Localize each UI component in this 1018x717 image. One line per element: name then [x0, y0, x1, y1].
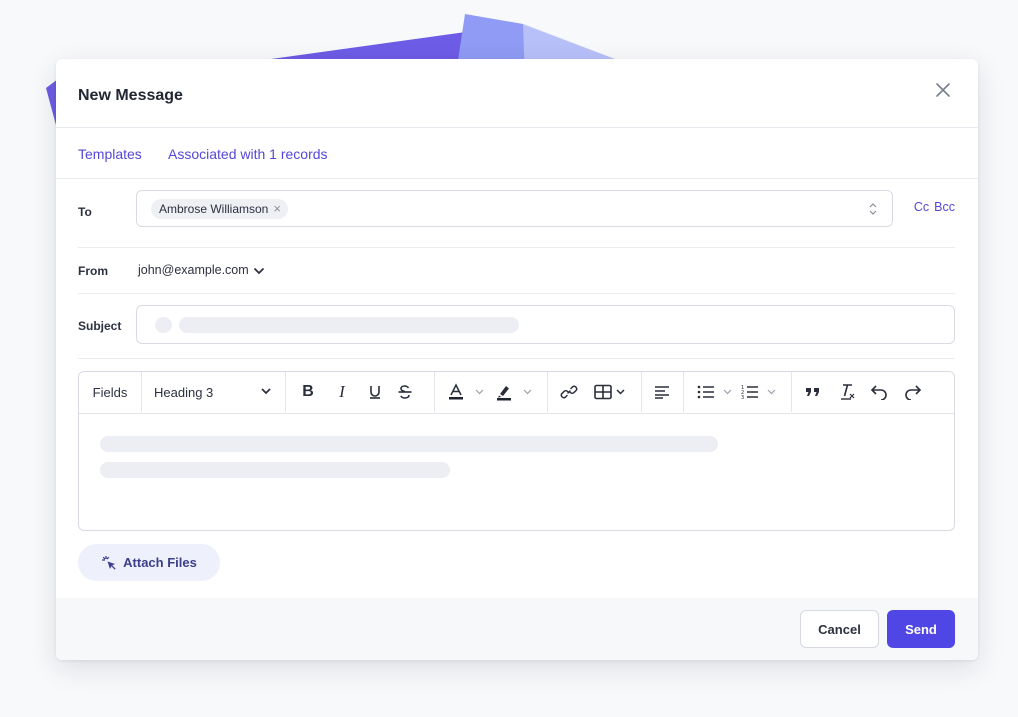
updown-icon[interactable]: [868, 202, 878, 216]
heading-select[interactable]: Heading 3: [142, 372, 285, 412]
redo-icon[interactable]: [901, 372, 925, 412]
bold-icon[interactable]: B: [295, 372, 321, 412]
remove-chip-icon[interactable]: ×: [273, 199, 281, 219]
fields-button[interactable]: Fields: [79, 372, 141, 412]
align-left-icon[interactable]: [650, 372, 674, 412]
bullet-list-icon[interactable]: [695, 372, 717, 412]
close-icon[interactable]: [932, 79, 954, 101]
attach-files-label: Attach Files: [123, 555, 197, 570]
body-skeleton-line: [100, 462, 450, 478]
italic-icon[interactable]: I: [329, 372, 355, 412]
from-select[interactable]: john@example.com: [138, 263, 265, 277]
cc-bcc-group: Cc Bcc: [909, 200, 955, 214]
subject-input[interactable]: [136, 305, 955, 344]
attach-icon: [102, 555, 116, 570]
attach-files-button[interactable]: Attach Files: [78, 544, 220, 581]
highlight-icon[interactable]: [493, 372, 515, 412]
editor-toolbar: Fields Heading 3 B I 1 2 3: [79, 372, 954, 414]
link-icon[interactable]: [557, 372, 581, 412]
templates-link[interactable]: Templates: [78, 146, 142, 162]
subject-row: Subject: [78, 293, 955, 359]
underline-icon[interactable]: [362, 372, 388, 412]
to-row: To Ambrose Williamson × Cc Bcc: [78, 179, 955, 248]
table-icon[interactable]: [591, 372, 631, 412]
clear-format-icon[interactable]: [835, 372, 859, 412]
recipient-chip: Ambrose Williamson ×: [151, 199, 288, 219]
modal-title: New Message: [78, 87, 183, 104]
from-row: From john@example.com: [78, 247, 955, 294]
skeleton-line: [179, 317, 519, 333]
chevron-down-icon: [261, 388, 271, 395]
chevron-down-icon[interactable]: [765, 372, 777, 412]
associated-records-link[interactable]: Associated with 1 records: [168, 146, 328, 162]
recipient-name: Ambrose Williamson: [159, 202, 269, 216]
from-value: john@example.com: [138, 263, 249, 277]
modal-footer: Cancel Send: [56, 598, 978, 660]
cc-link[interactable]: Cc: [914, 200, 929, 214]
quote-icon[interactable]: [801, 372, 825, 412]
chevron-down-icon: [253, 267, 264, 274]
svg-text:3: 3: [741, 395, 744, 400]
chevron-down-icon[interactable]: [473, 372, 485, 412]
body-skeleton-line: [100, 436, 718, 452]
modal-subnav: Templates Associated with 1 records: [56, 128, 978, 179]
modal-header: New Message: [56, 59, 978, 128]
new-message-modal: New Message Templates Associated with 1 …: [56, 59, 978, 660]
to-label: To: [78, 205, 92, 219]
chevron-down-icon[interactable]: [721, 372, 733, 412]
undo-icon[interactable]: [867, 372, 891, 412]
skeleton-dot: [155, 317, 172, 333]
cancel-button[interactable]: Cancel: [800, 610, 879, 648]
message-editor: Fields Heading 3 B I 1 2 3: [78, 371, 955, 531]
subject-label: Subject: [78, 319, 122, 333]
ordered-list-icon[interactable]: 123: [739, 372, 761, 412]
heading-value: Heading 3: [154, 384, 214, 400]
text-color-icon[interactable]: [445, 372, 467, 412]
chevron-down-icon[interactable]: [521, 372, 533, 412]
send-button[interactable]: Send: [887, 610, 955, 648]
from-label: From: [78, 264, 108, 278]
strikethrough-icon[interactable]: [392, 372, 418, 412]
bcc-link[interactable]: Bcc: [934, 200, 955, 214]
to-recipients-field[interactable]: Ambrose Williamson ×: [136, 190, 893, 227]
